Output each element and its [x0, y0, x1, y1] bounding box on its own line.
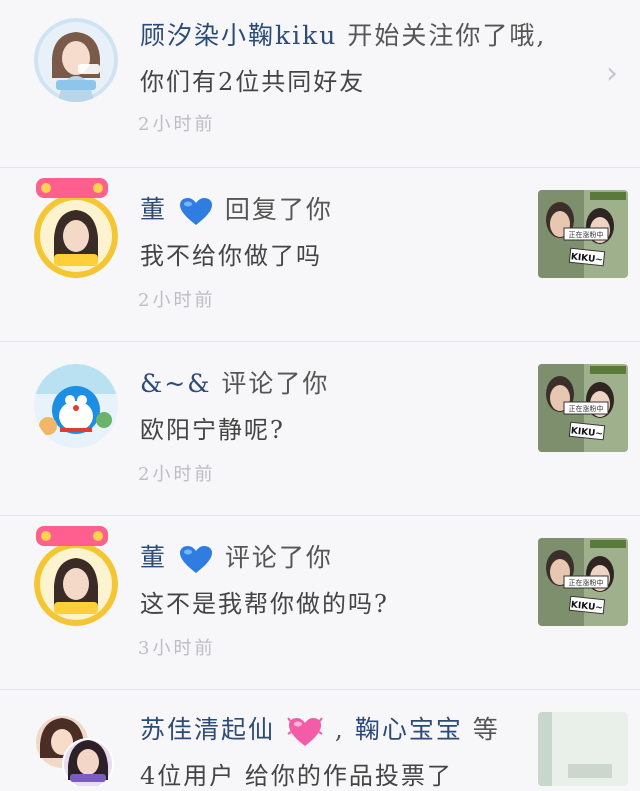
avatar[interactable]: [34, 364, 118, 448]
blue-heart-icon: [179, 545, 212, 573]
post-thumbnail[interactable]: 正在涨粉中 KIKU~: [538, 190, 628, 278]
notification-item-votes[interactable]: 苏佳清起仙 , 鞠心宝宝 等 4位用户 给你的作品投票了: [0, 690, 640, 790]
user-name[interactable]: 顾汐染小鞠kiku: [140, 21, 337, 50]
avatar[interactable]: [34, 194, 118, 278]
chevron-right-icon[interactable]: ›: [606, 56, 618, 91]
user-name-2[interactable]: 鞠心宝宝: [355, 715, 463, 744]
user-name[interactable]: 董: [140, 195, 167, 224]
notification-item-comment[interactable]: 董 评论了你 这不是我帮你做的吗? 3小时前 正在涨粉中 KIKU~: [0, 516, 640, 690]
notification-list: 顾汐染小鞠kiku 开始关注你了哦, 你们有2位共同好友 2小时前 › 董 回复…: [0, 0, 640, 790]
avatar[interactable]: [34, 18, 118, 102]
post-thumbnail[interactable]: [538, 712, 628, 786]
birthday-badge-icon: [36, 178, 108, 198]
action-text: 评论了你: [221, 369, 330, 398]
notification-item-comment[interactable]: &~& 评论了你 欧阳宁静呢? 2小时前 正在涨粉中 KIKU~: [0, 342, 640, 516]
notification-headline: 顾汐染小鞠kiku 开始关注你了哦,: [140, 16, 546, 52]
action-text: 评论了你: [224, 543, 333, 572]
user-name[interactable]: 董: [140, 543, 167, 572]
avatar: [36, 716, 114, 790]
action-text: 开始关注你了哦,: [347, 21, 547, 50]
notification-headline: 董 回复了你: [140, 190, 333, 227]
avatar[interactable]: [34, 542, 118, 626]
birthday-badge-icon: [36, 526, 108, 546]
notification-body: 欧阳宁静呢?: [140, 416, 285, 444]
thumb-badge-text: 正在涨粉中: [569, 230, 604, 239]
timestamp: 2小时前: [138, 290, 216, 311]
notification-headline: 苏佳清起仙 , 鞠心宝宝 等: [140, 710, 500, 748]
blue-heart-icon: [179, 197, 212, 225]
action-text: 回复了你: [224, 195, 333, 224]
thumb-badge-text: 正在涨粉中: [569, 578, 604, 587]
action-text: 等: [472, 715, 500, 744]
thumb-badge-text: 正在涨粉中: [569, 404, 604, 413]
user-name[interactable]: &~&: [140, 369, 211, 398]
notification-headline: &~& 评论了你: [140, 364, 329, 400]
timestamp: 2小时前: [138, 114, 216, 135]
sparkling-heart-icon: [287, 716, 323, 746]
timestamp: 2小时前: [138, 464, 216, 485]
notification-item-reply[interactable]: 董 回复了你 我不给你做了吗 2小时前 正在涨粉中 KIKU~: [0, 168, 640, 342]
post-thumbnail[interactable]: 正在涨粉中 KIKU~: [538, 538, 628, 626]
timestamp: 3小时前: [138, 638, 216, 659]
post-thumbnail[interactable]: 正在涨粉中 KIKU~: [538, 364, 628, 452]
separator: ,: [334, 715, 355, 744]
user-name[interactable]: 苏佳清起仙: [140, 715, 275, 744]
notification-item-follow[interactable]: 顾汐染小鞠kiku 开始关注你了哦, 你们有2位共同好友 2小时前 ›: [0, 0, 640, 168]
avatar-stack[interactable]: [34, 714, 118, 790]
notification-body: 我不给你做了吗: [140, 242, 322, 270]
notification-headline: 董 评论了你: [140, 538, 333, 575]
notification-body: 你们有2位共同好友: [140, 68, 366, 96]
notification-body: 这不是我帮你做的吗?: [140, 590, 389, 618]
